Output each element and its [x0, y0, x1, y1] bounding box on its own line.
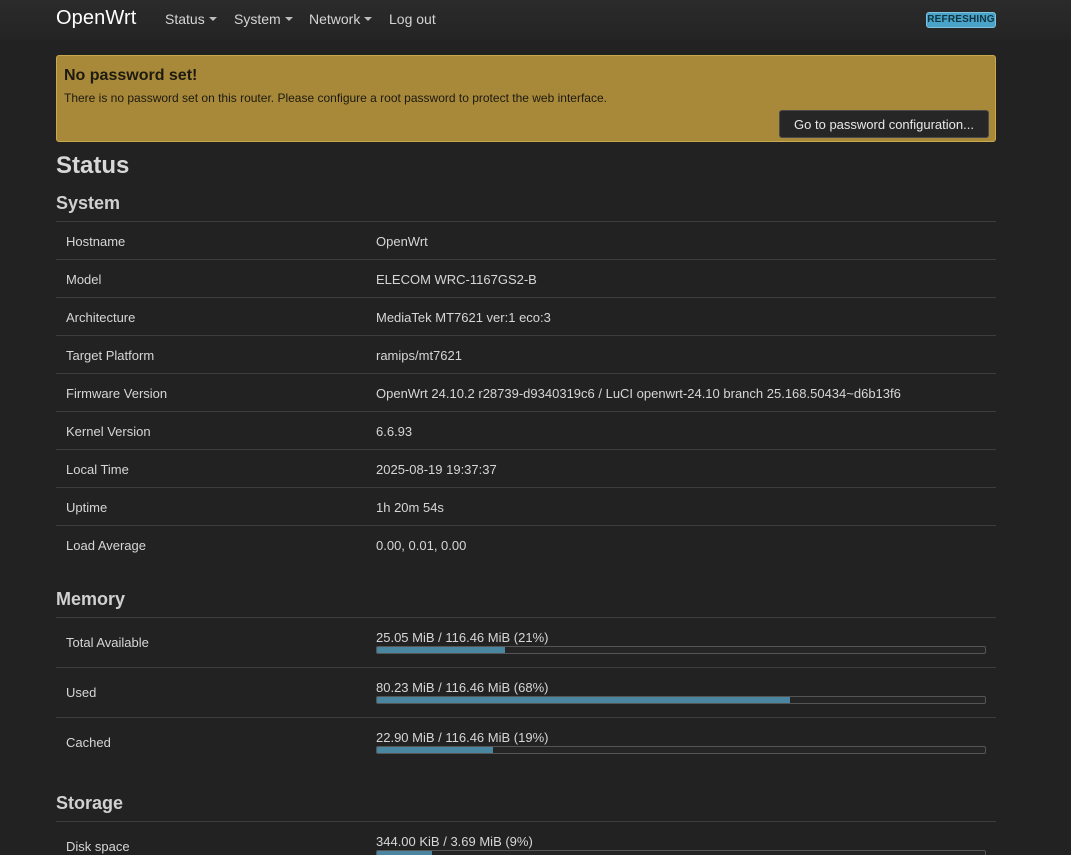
- password-config-button[interactable]: Go to password configuration...: [779, 110, 989, 138]
- row-label: Disk space: [66, 839, 130, 854]
- table-row: Cached 22.90 MiB / 116.46 MiB (19%): [56, 718, 996, 768]
- row-label: Target Platform: [66, 348, 155, 363]
- row-label: Cached: [66, 735, 111, 750]
- progress-bar: [376, 850, 986, 855]
- progress-fill: [377, 647, 505, 653]
- table-row: Kernel Version 6.6.93: [56, 412, 996, 450]
- row-label: Model: [66, 272, 102, 287]
- progress-fill: [377, 747, 493, 753]
- alert-message: There is no password set on this router.…: [64, 91, 607, 105]
- table-row: Architecture MediaTek MT7621 ver:1 eco:3: [56, 298, 996, 336]
- menu-status-label: Status: [165, 11, 205, 27]
- row-label: Kernel Version: [66, 424, 151, 439]
- memory-table: Total Available 25.05 MiB / 116.46 MiB (…: [56, 617, 996, 768]
- table-row: Uptime 1h 20m 54s: [56, 488, 996, 526]
- usage-text: 22.90 MiB / 116.46 MiB (19%): [376, 730, 549, 745]
- table-row: Target Platform ramips/mt7621: [56, 336, 996, 374]
- system-table: Hostname OpenWrt Model ELECOM WRC-1167GS…: [56, 221, 996, 564]
- row-value: 6.6.93: [376, 424, 413, 439]
- progress-bar: [376, 746, 986, 754]
- no-password-alert: No password set! There is no password se…: [56, 55, 996, 142]
- progress-bar: [376, 696, 986, 704]
- chevron-down-icon: [284, 17, 293, 22]
- row-label: Hostname: [66, 234, 126, 249]
- chevron-down-icon: [208, 17, 217, 22]
- row-label: Architecture: [66, 310, 136, 325]
- row-value: 1h 20m 54s: [376, 500, 444, 515]
- menu-network[interactable]: Network: [309, 11, 373, 27]
- table-row: Load Average 0.00, 0.01, 0.00: [56, 526, 996, 564]
- menu-network-label: Network: [309, 11, 361, 27]
- row-label: Uptime: [66, 500, 108, 515]
- table-row: Local Time 2025-08-19 19:37:37: [56, 450, 996, 488]
- usage-text: 80.23 MiB / 116.46 MiB (68%): [376, 680, 549, 695]
- table-row: Total Available 25.05 MiB / 116.46 MiB (…: [56, 618, 996, 668]
- storage-section-title: Storage: [56, 793, 124, 813]
- menu-system[interactable]: System: [234, 11, 293, 27]
- row-value: ramips/mt7621: [376, 348, 462, 363]
- menu-system-label: System: [234, 11, 281, 27]
- table-row: Model ELECOM WRC-1167GS2-B: [56, 260, 996, 298]
- progress-fill: [377, 697, 791, 703]
- usage-text: 344.00 KiB / 3.69 MiB (9%): [376, 834, 533, 849]
- row-label: Local Time: [66, 462, 129, 477]
- row-value: MediaTek MT7621 ver:1 eco:3: [376, 310, 551, 325]
- system-section-title: System: [56, 193, 121, 213]
- row-label: Firmware Version: [66, 386, 168, 401]
- menu-logout[interactable]: Log out: [389, 11, 436, 27]
- row-label: Load Average: [66, 538, 146, 553]
- brand-logo[interactable]: OpenWrt: [56, 7, 136, 30]
- row-value: 0.00, 0.01, 0.00: [376, 538, 467, 553]
- row-label: Used: [66, 685, 97, 700]
- row-value: OpenWrt 24.10.2 r28739-d9340319c6 / LuCI…: [376, 386, 901, 401]
- row-value: 2025-08-19 19:37:37: [376, 462, 497, 477]
- table-row: Disk space 344.00 KiB / 3.69 MiB (9%): [56, 822, 996, 855]
- chevron-down-icon: [364, 17, 373, 22]
- progress-fill: [377, 851, 432, 855]
- alert-title: No password set!: [64, 67, 198, 84]
- usage-text: 25.05 MiB / 116.46 MiB (21%): [376, 630, 549, 645]
- menu-status[interactable]: Status: [165, 11, 217, 27]
- refreshing-badge[interactable]: REFRESHING: [926, 12, 996, 28]
- storage-table: Disk space 344.00 KiB / 3.69 MiB (9%): [56, 821, 996, 855]
- row-value: OpenWrt: [376, 234, 428, 249]
- table-row: Used 80.23 MiB / 116.46 MiB (68%): [56, 668, 996, 718]
- top-navbar: OpenWrt Status System Network Log out RE…: [0, 0, 1071, 40]
- menu-logout-label: Log out: [389, 11, 436, 27]
- row-label: Total Available: [66, 635, 149, 650]
- row-value: ELECOM WRC-1167GS2-B: [376, 272, 537, 287]
- table-row: Hostname OpenWrt: [56, 222, 996, 260]
- table-row: Firmware Version OpenWrt 24.10.2 r28739-…: [56, 374, 996, 412]
- progress-bar: [376, 646, 986, 654]
- memory-section-title: Memory: [56, 589, 126, 609]
- page-title: Status: [56, 152, 130, 179]
